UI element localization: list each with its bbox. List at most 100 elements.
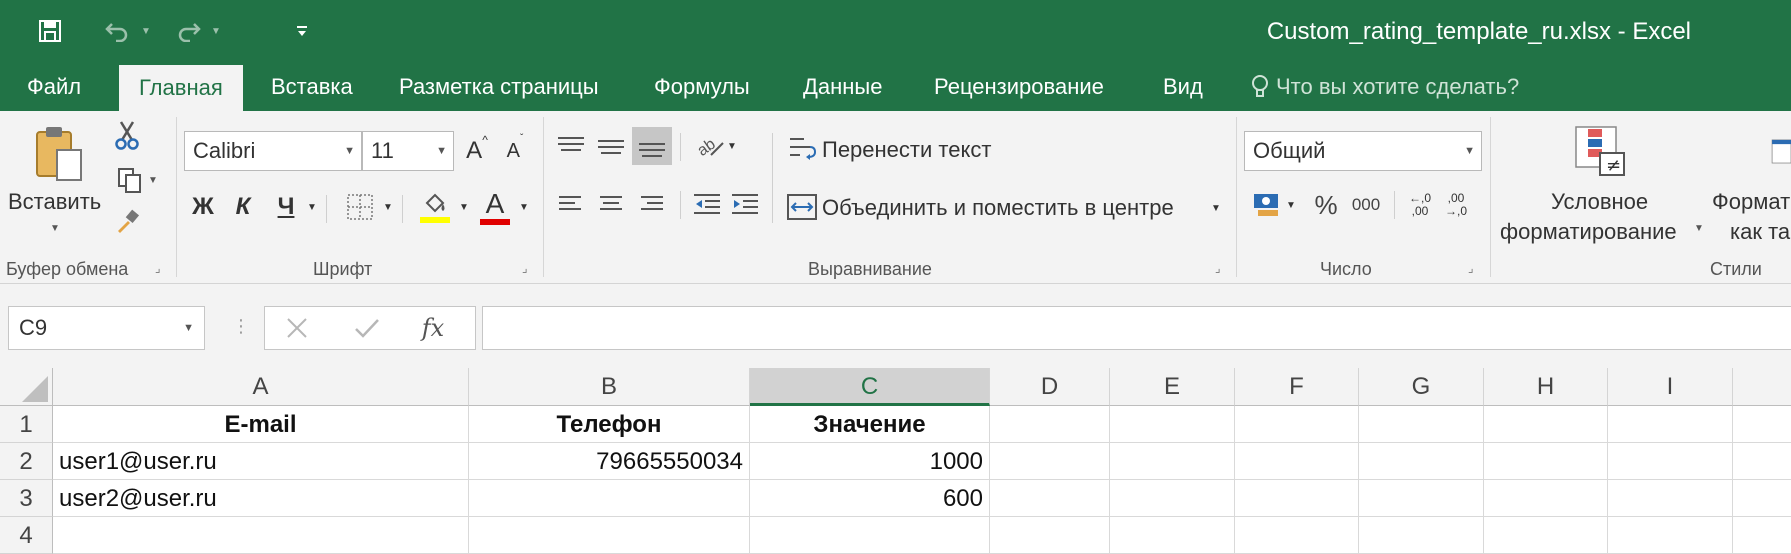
cell-j4[interactable] <box>1733 517 1791 554</box>
tab-file[interactable]: Файл <box>27 62 81 111</box>
borders-dropdown[interactable]: ▼ <box>380 189 396 225</box>
conditional-formatting-line2[interactable]: форматирование <box>1500 219 1677 245</box>
conditional-formatting-line1[interactable]: Условное <box>1551 189 1648 215</box>
cell-i1[interactable] <box>1608 406 1733 443</box>
select-all-button[interactable] <box>0 368 53 406</box>
cell-c4[interactable] <box>750 517 990 554</box>
font-color-dropdown[interactable]: ▼ <box>516 189 532 225</box>
column-header-a[interactable]: A <box>53 368 469 406</box>
name-box[interactable]: C9 ▼ <box>8 306 205 350</box>
cell-i4[interactable] <box>1608 517 1733 554</box>
clipboard-launcher-icon[interactable]: ⌟ <box>155 262 167 274</box>
formula-input[interactable] <box>482 306 1791 350</box>
align-top-button[interactable] <box>554 129 588 163</box>
decrease-indent-button[interactable] <box>690 187 724 221</box>
wrap-text-icon-button[interactable] <box>786 133 818 165</box>
redo-dropdown[interactable]: ▼ <box>206 16 226 46</box>
column-header-i[interactable]: I <box>1608 368 1733 406</box>
increase-decimal-button[interactable]: ←,0 ,00 <box>1404 187 1436 223</box>
bold-button[interactable]: Ж <box>188 189 218 225</box>
paste-button[interactable] <box>28 121 90 191</box>
column-header-g[interactable]: G <box>1359 368 1484 406</box>
align-center-button[interactable] <box>594 187 628 221</box>
decrease-decimal-button[interactable]: ,00 →,0 <box>1440 187 1472 223</box>
column-header-c[interactable]: C <box>750 368 990 406</box>
cell-b1[interactable]: Телефон <box>469 406 750 443</box>
cell-d3[interactable] <box>990 480 1110 517</box>
italic-button[interactable]: К <box>228 189 258 225</box>
tab-view[interactable]: Вид <box>1163 62 1203 111</box>
font-color-button[interactable]: A <box>478 185 512 229</box>
redo-button[interactable] <box>170 16 206 46</box>
chevron-down-icon[interactable]: ▼ <box>1694 223 1704 234</box>
copy-button[interactable]: ▼ <box>112 165 162 195</box>
row-header-3[interactable]: 3 <box>0 480 53 517</box>
cell-g3[interactable] <box>1359 480 1484 517</box>
fill-color-dropdown[interactable]: ▼ <box>456 189 472 225</box>
cell-i3[interactable] <box>1608 480 1733 517</box>
column-header-e[interactable]: E <box>1110 368 1235 406</box>
cell-j1[interactable] <box>1733 406 1791 443</box>
cell-a3[interactable]: user2@user.ru <box>53 480 469 517</box>
cell-d1[interactable] <box>990 406 1110 443</box>
cell-a2[interactable]: user1@user.ru <box>53 443 469 480</box>
enter-formula-button[interactable] <box>351 313 383 343</box>
cell-e1[interactable] <box>1110 406 1235 443</box>
alignment-launcher-icon[interactable]: ⌟ <box>1215 262 1227 274</box>
cell-h1[interactable] <box>1484 406 1608 443</box>
cell-f3[interactable] <box>1235 480 1359 517</box>
row-header-4[interactable]: 4 <box>0 517 53 554</box>
tab-page-layout[interactable]: Разметка страницы <box>399 62 599 111</box>
tell-me-box[interactable]: Что вы хотите сделать? <box>1250 62 1519 111</box>
wrap-text-button[interactable]: Перенести текст <box>822 137 991 163</box>
cell-j2[interactable] <box>1733 443 1791 480</box>
cell-f4[interactable] <box>1235 517 1359 554</box>
cut-button[interactable] <box>112 119 142 151</box>
align-right-button[interactable] <box>634 187 668 221</box>
cell-f1[interactable] <box>1235 406 1359 443</box>
column-header-b[interactable]: B <box>469 368 750 406</box>
undo-button[interactable] <box>100 16 136 46</box>
align-middle-button[interactable] <box>594 129 628 163</box>
format-as-table-icon-button[interactable] <box>1770 125 1791 179</box>
save-button[interactable] <box>32 16 68 46</box>
cell-e3[interactable] <box>1110 480 1235 517</box>
tab-review[interactable]: Рецензирование <box>934 62 1104 111</box>
cell-c1[interactable]: Значение <box>750 406 990 443</box>
font-size-combo[interactable]: 11 ▼ <box>362 131 454 171</box>
cell-e2[interactable] <box>1110 443 1235 480</box>
merge-center-icon-button[interactable] <box>786 191 818 223</box>
accounting-format-button[interactable]: ▼ <box>1246 187 1302 223</box>
percent-style-button[interactable]: % <box>1310 187 1342 223</box>
column-header-next[interactable] <box>1733 368 1791 406</box>
number-launcher-icon[interactable]: ⌟ <box>1468 262 1480 274</box>
cell-c2[interactable]: 1000 <box>750 443 990 480</box>
undo-dropdown[interactable]: ▼ <box>136 16 156 46</box>
chevron-down-icon[interactable]: ▼ <box>50 223 60 234</box>
decrease-font-size-button[interactable]: Aˇ <box>500 133 530 169</box>
tab-home[interactable]: Главная <box>119 65 243 111</box>
cell-b2[interactable]: 79665550034 <box>469 443 750 480</box>
font-launcher-icon[interactable]: ⌟ <box>522 262 534 274</box>
number-format-combo[interactable]: Общий ▼ <box>1244 131 1482 171</box>
tab-data[interactable]: Данные <box>803 62 882 111</box>
cell-i2[interactable] <box>1608 443 1733 480</box>
insert-function-button[interactable]: fx <box>415 311 451 345</box>
cell-g4[interactable] <box>1359 517 1484 554</box>
format-as-table-line2[interactable]: как та <box>1730 219 1790 245</box>
comma-style-button[interactable]: 000 <box>1346 187 1386 223</box>
tab-formulas[interactable]: Формулы <box>654 62 750 111</box>
conditional-formatting-icon-button[interactable]: ≠ <box>1572 125 1630 179</box>
cell-f2[interactable] <box>1235 443 1359 480</box>
borders-button[interactable] <box>344 191 376 223</box>
cancel-formula-button[interactable] <box>281 313 313 343</box>
formula-bar-grip-icon[interactable]: ⋮ <box>232 316 250 337</box>
row-header-2[interactable]: 2 <box>0 443 53 480</box>
cell-c3[interactable]: 600 <box>750 480 990 517</box>
cell-h3[interactable] <box>1484 480 1608 517</box>
format-painter-button[interactable] <box>112 207 142 237</box>
column-header-d[interactable]: D <box>990 368 1110 406</box>
cell-b3[interactable] <box>469 480 750 517</box>
underline-dropdown[interactable]: ▼ <box>304 189 320 225</box>
align-left-button[interactable] <box>554 187 588 221</box>
